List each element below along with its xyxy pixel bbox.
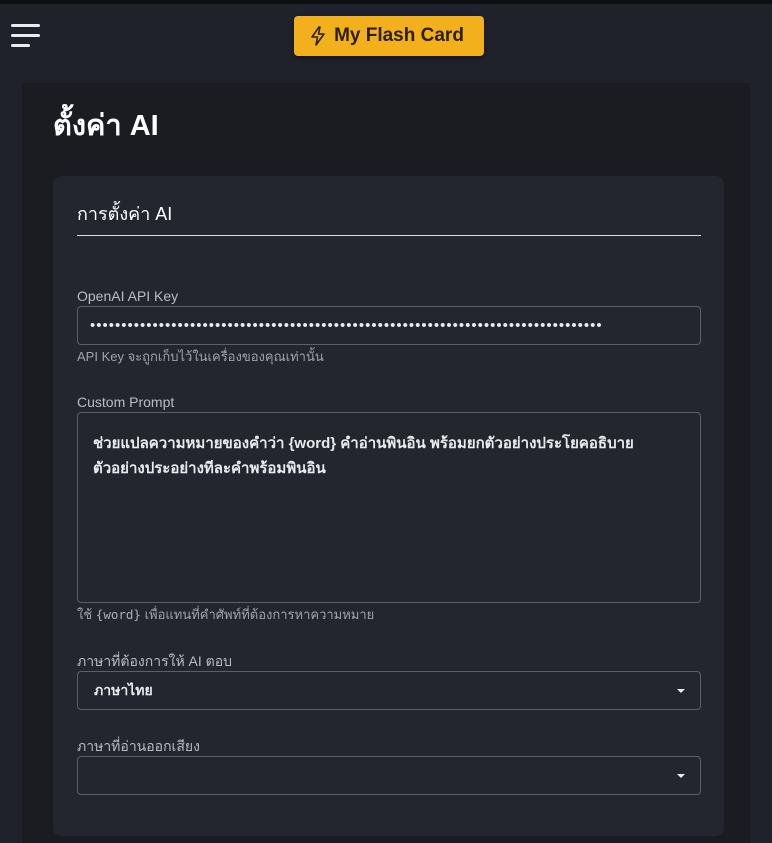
- api-key-helper: API Key จะถูกเก็บไว้ในเครื่องของคุณเท่าน…: [77, 349, 324, 364]
- helper-suffix: เพื่อแทนที่คำศัพท์ที่ต้องการหาความหมาย: [144, 607, 375, 622]
- brand-label: My Flash Card: [334, 25, 464, 46]
- response-language-value: ภาษาไทย: [94, 682, 153, 698]
- card-divider: [77, 235, 701, 236]
- brand-button[interactable]: My Flash Card: [294, 16, 484, 56]
- chevron-down-icon: [677, 689, 685, 693]
- response-language-select[interactable]: ภาษาไทย: [77, 671, 701, 710]
- helper-word-token: {word}: [95, 607, 141, 622]
- pronunciation-language-select[interactable]: [77, 756, 701, 795]
- custom-prompt-textarea[interactable]: ช่วยแปลความหมายของคำว่า {word} คำอ่านพิน…: [77, 412, 701, 603]
- lightning-bolt-icon: [310, 26, 326, 46]
- card-title: การตั้งค่า AI: [77, 204, 173, 224]
- menu-bar-top: [11, 24, 40, 27]
- page-title: ตั้งค่า AI: [53, 110, 159, 142]
- custom-prompt-label: Custom Prompt: [77, 394, 175, 410]
- hamburger-menu-icon[interactable]: [11, 24, 40, 48]
- menu-bar-middle: [11, 34, 40, 37]
- pronunciation-language-label: ภาษาที่อ่านออกเสียง: [77, 738, 200, 754]
- response-language-label: ภาษาที่ต้องการให้ AI ตอบ: [77, 653, 233, 669]
- helper-prefix: ใช้: [77, 607, 93, 622]
- custom-prompt-helper: ใช้ {word} เพื่อแทนที่คำศัพท์ที่ต้องการห…: [77, 606, 374, 624]
- menu-bar-bottom: [11, 44, 30, 47]
- chevron-down-icon: [677, 774, 685, 778]
- window-top-strip: [0, 0, 772, 4]
- api-key-label: OpenAI API Key: [77, 288, 179, 304]
- api-key-input[interactable]: ••••••••••••••••••••••••••••••••••••••••…: [77, 306, 701, 345]
